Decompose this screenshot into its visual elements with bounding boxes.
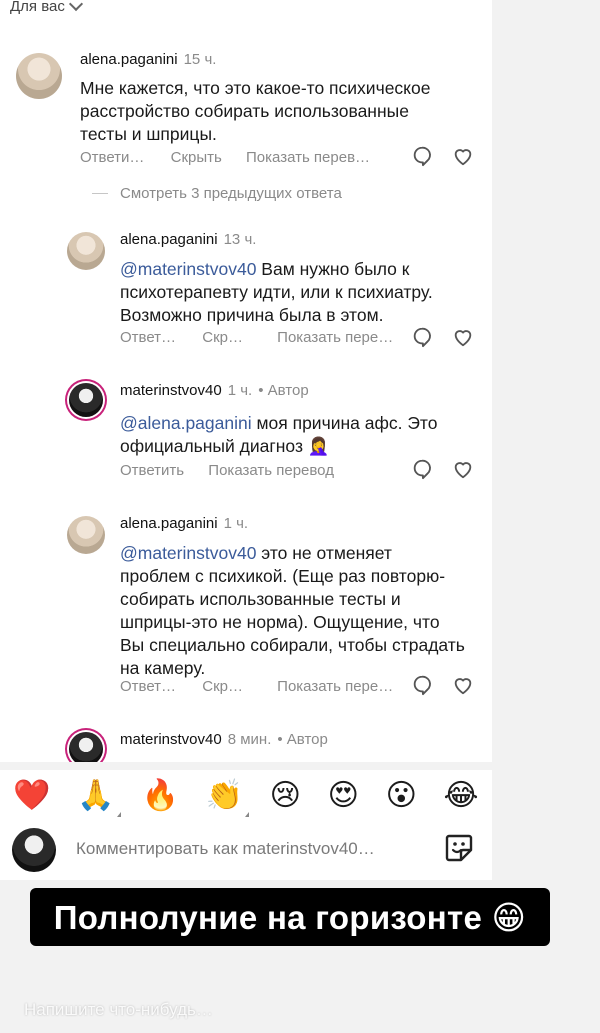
skin-tone-indicator-icon (116, 811, 121, 817)
avatar[interactable] (67, 232, 105, 270)
comment-text: Мне кажется, что это какое-то психическо… (80, 78, 431, 144)
translate-button[interactable]: Показать пере… (277, 329, 393, 346)
view-previous-replies-label: Смотреть 3 предыдущих ответа (120, 185, 342, 202)
comment-username[interactable]: alena.paganini 13 ч. (120, 231, 256, 248)
hide-button[interactable]: Скр… (202, 678, 243, 695)
comment-username[interactable]: alena.paganini 15 ч. (80, 51, 216, 68)
avatar[interactable] (67, 516, 105, 554)
surprised-emoji-button[interactable]: 😮 (386, 778, 417, 813)
heart-icon[interactable] (452, 326, 474, 348)
heart-icon[interactable] (452, 674, 474, 696)
feed-selector[interactable]: Для вас (10, 0, 83, 17)
translate-button[interactable]: Показать перев… (246, 149, 370, 166)
comment-username[interactable]: materinstvov40 1 ч. • Автор (120, 382, 309, 399)
emoji-reaction-bar: ❤️ 🙏 🔥 👏 😢 😍 😮 😂 (0, 770, 492, 820)
comment-time: 1 ч. (223, 515, 249, 532)
avatar[interactable] (69, 732, 103, 762)
avatar[interactable] (16, 53, 62, 99)
story-text-overlay: Полнолуние на горизонте 😁 (30, 888, 550, 946)
heart-emoji-button[interactable]: ❤️ (13, 778, 50, 813)
comment-text: @materinstvov40 это не отменяет проблем … (120, 543, 465, 678)
reply-bubble-icon[interactable] (411, 326, 433, 348)
reply-bubble-icon[interactable] (411, 145, 433, 167)
comment-time: 15 ч. (183, 51, 217, 68)
author-badge: • Автор (258, 382, 309, 399)
mention-link[interactable]: @alena.paganini (120, 413, 252, 433)
reply-button[interactable]: Ответ… (120, 329, 176, 346)
avatar[interactable] (69, 383, 103, 417)
clap-emoji-button[interactable]: 👏 (206, 778, 249, 817)
translate-button[interactable]: Показать перевод (208, 462, 334, 479)
comment-text: @alena.paganini моя причина афс. Это офи… (120, 413, 438, 456)
fire-emoji-button[interactable]: 🔥 (141, 778, 178, 813)
reply-bubble-icon[interactable] (411, 674, 433, 696)
comment-username[interactable]: alena.paganini 1 ч. (120, 515, 248, 532)
heart-eyes-emoji-button[interactable]: 😍 (328, 778, 359, 813)
mention-link[interactable]: @materinstvov40 (120, 543, 256, 563)
comment-text: @materinstvov40 Вам нужно было к психоте… (120, 259, 433, 325)
chevron-down-icon (68, 0, 83, 11)
reply-button[interactable]: Ответить (120, 462, 184, 479)
heart-icon[interactable] (452, 145, 474, 167)
mention-link[interactable]: @materinstvov40 (120, 259, 256, 279)
comment-time: 8 мин. (227, 731, 272, 748)
translate-button[interactable]: Показать пере… (277, 678, 393, 695)
comments-panel: Для вас alena.paganini 15 ч. Мне кажется,… (0, 0, 492, 762)
pray-emoji-button[interactable]: 🙏 (77, 778, 121, 817)
comment-actions: Ответ… Скр… Показать пере… (120, 329, 393, 346)
comment-time: 13 ч. (223, 231, 257, 248)
view-previous-replies[interactable]: Смотреть 3 предыдущих ответа (92, 185, 342, 202)
skin-tone-indicator-icon (244, 811, 249, 817)
avatar (12, 828, 56, 872)
reply-button[interactable]: Ответи… (80, 149, 144, 166)
comment-actions: Ответ… Скр… Показать пере… (120, 678, 393, 695)
comment-actions: Ответи… Скрыть Показать перев… (80, 149, 370, 166)
hide-button[interactable]: Скрыть (171, 149, 222, 166)
feed-selector-label: Для вас (10, 0, 65, 15)
reply-bubble-icon[interactable] (411, 458, 433, 480)
reply-button[interactable]: Ответ… (120, 678, 176, 695)
sticker-icon[interactable] (443, 832, 475, 864)
comment-time: 1 ч. (227, 382, 253, 399)
divider (92, 193, 108, 194)
author-badge: • Автор (277, 731, 328, 748)
comment-composer: Комментировать как materinstvov40… (0, 818, 492, 880)
comment-input[interactable]: Комментировать как materinstvov40… (76, 839, 375, 859)
comment-actions: Ответить Показать перевод (120, 462, 334, 479)
heart-icon[interactable] (452, 458, 474, 480)
hide-button[interactable]: Скр… (202, 329, 243, 346)
cry-emoji-button[interactable]: 😢 (270, 778, 301, 813)
comment-username[interactable]: materinstvov40 8 мин. • Автор (120, 731, 328, 748)
story-reply-input[interactable]: Напишите что-нибудь… (24, 1000, 213, 1020)
story-caption: Полнолуние на горизонте 😁 (53, 898, 527, 936)
laugh-emoji-button[interactable]: 😂 (444, 778, 479, 813)
